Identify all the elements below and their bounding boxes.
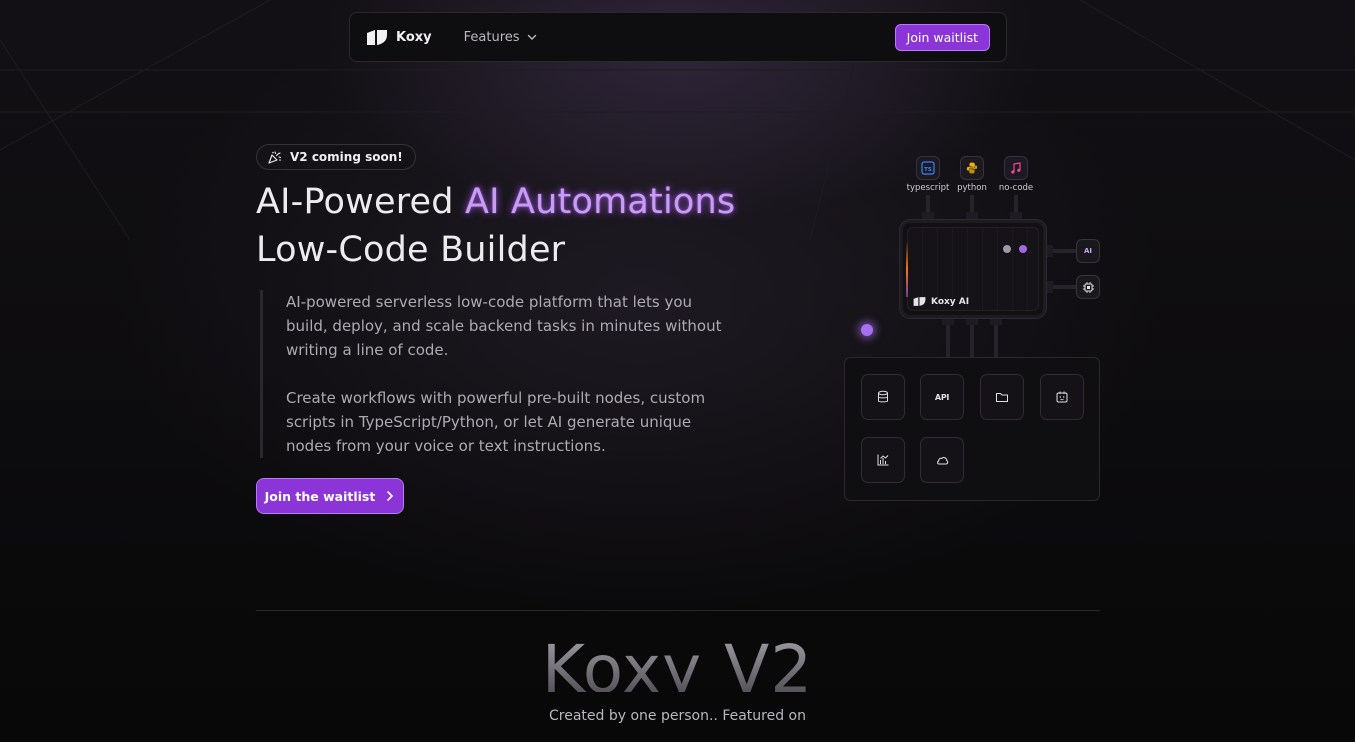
lang-no-code: no-code [991, 156, 1041, 193]
cpu-icon [1076, 275, 1100, 299]
koxy-v2-heading: Koxy V2 [0, 630, 1355, 692]
koxy-logo-icon [913, 297, 926, 306]
title-line2: Low-Code Builder [256, 230, 566, 270]
svg-text:TS: TS [924, 167, 932, 173]
title-part1: AI-Powered [256, 182, 466, 222]
python-icon [960, 156, 984, 180]
cloud-icon[interactable] [920, 437, 964, 483]
description-paragraph-1: AI-powered serverless low-code platform … [286, 293, 722, 359]
lang-label-python: python [957, 183, 987, 193]
lang-label-typescript: typescript [906, 183, 950, 193]
badge-text: V2 coming soon! [290, 150, 403, 164]
chevron-down-icon [527, 34, 536, 40]
koxy-ai-chip: Koxy AI [900, 220, 1046, 318]
koxy-logo-icon [367, 29, 387, 45]
database-icon[interactable] [861, 374, 905, 420]
lang-python: python [947, 156, 997, 193]
chip-glow-line [906, 241, 908, 297]
node-grid: API [844, 357, 1100, 501]
description-paragraph-2: Create workflows with powerful pre-built… [286, 389, 706, 455]
api-icon[interactable]: API [920, 374, 964, 420]
api-label: API [934, 392, 950, 402]
lang-label-no-code: no-code [998, 183, 1034, 193]
chip-label: Koxy AI [913, 296, 969, 307]
lang-typescript: TS typescript [903, 156, 953, 193]
typescript-icon: TS [916, 156, 940, 180]
v2-badge: V2 coming soon! [256, 144, 416, 170]
workflow-diagram: TS typescript python no-code Koxy AI AI [840, 150, 1110, 510]
top-navbar: Koxy Features Join waitlist [349, 12, 1007, 62]
brand-name: Koxy [396, 29, 432, 45]
chip-label-text: Koxy AI [931, 296, 970, 307]
join-the-waitlist-button[interactable]: Join the waitlist [256, 478, 404, 514]
hero-title: AI-Powered AI Automations Low-Code Build… [256, 178, 776, 274]
features-dropdown[interactable]: Features [464, 30, 538, 45]
party-popper-icon [268, 150, 282, 164]
music-note-icon [1004, 156, 1028, 180]
chart-icon[interactable] [861, 437, 905, 483]
glow-dot [861, 324, 873, 336]
ai-side-box: AI [1076, 239, 1100, 263]
cta-label: Join the waitlist [264, 488, 376, 504]
hero-description: AI-powered serverless low-code platform … [260, 290, 730, 458]
brand-logo-link[interactable]: Koxy [366, 29, 432, 46]
title-highlight: AI Automations [465, 182, 736, 222]
chip-led-purple [1019, 245, 1027, 253]
created-by-text: Created by one person.. Featured on [549, 708, 806, 724]
join-waitlist-button[interactable]: Join waitlist [894, 23, 990, 51]
chip-led-grey [1003, 245, 1011, 253]
chevron-right-icon [387, 491, 394, 501]
calendar-bot-icon[interactable] [1040, 374, 1084, 420]
folder-icon[interactable] [980, 374, 1024, 420]
features-label: Features [463, 29, 520, 45]
section-divider [256, 610, 1100, 611]
